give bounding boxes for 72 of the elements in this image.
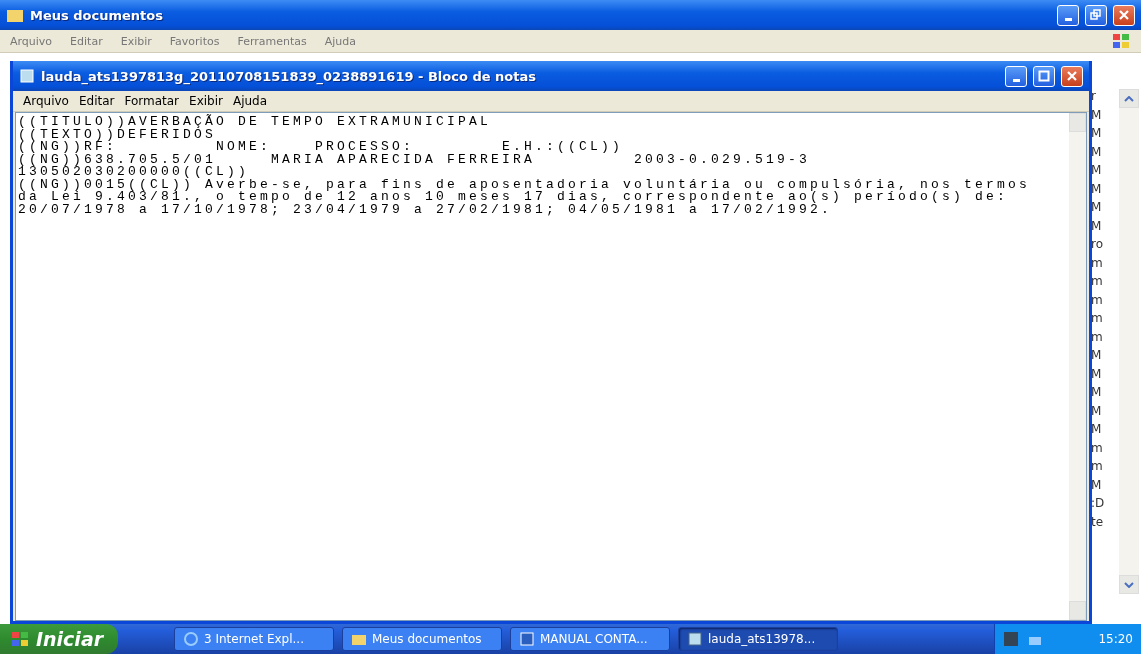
close-icon [1066,70,1078,82]
file-name[interactable]: m [1091,459,1111,478]
text-line: da Lei 9.403/81., o tempo de 12 anos 10 meses 17 dias, correspondente ao(s) período(s) de: [18,191,1010,204]
file-name[interactable]: m [1091,440,1111,459]
maximize-button[interactable] [1033,65,1055,87]
file-name[interactable]: m [1091,329,1111,348]
file-name[interactable]: M [1091,107,1111,126]
taskbar-item[interactable]: lauda_ats13978... [678,627,838,651]
folder-icon [6,7,24,23]
close-button[interactable] [1113,4,1135,26]
file-name[interactable]: M [1091,385,1111,404]
taskbar-item[interactable]: 3 Internet Expl... [174,627,334,651]
close-button[interactable] [1061,65,1083,87]
file-name[interactable]: m [1091,255,1111,274]
menu-item[interactable]: Exibir [189,94,223,108]
start-button[interactable]: Iniciar [0,624,118,654]
window-title: lauda_ats1397813g_20110708151839_0238891619 - Bloco de notas [41,68,537,84]
menu-item[interactable]: Editar [78,94,115,108]
file-name[interactable]: M [1091,403,1111,422]
restore-button[interactable] [1085,4,1107,26]
menu-item[interactable]: Favoritos [169,34,220,48]
menu-item[interactable]: Ferramentas [237,34,307,48]
notepad-icon [19,68,35,84]
file-name[interactable]: M [1091,144,1111,163]
scrollbar[interactable] [1119,89,1139,594]
minimize-button[interactable] [1005,65,1027,87]
file-name[interactable]: :D [1091,496,1111,515]
file-name[interactable]: m [1091,311,1111,330]
file-name[interactable]: M [1091,422,1111,441]
globe-icon [183,631,199,647]
notepad-icon [687,631,703,647]
file-name[interactable]: M [1091,218,1111,237]
window-title: Meus documentos [30,7,164,23]
file-name[interactable]: te [1091,514,1111,533]
minimize-button[interactable] [1057,4,1079,26]
document-icon [519,631,535,647]
file-name[interactable]: M [1091,200,1111,219]
menu-item[interactable]: Ajuda [232,94,268,108]
taskbar-item[interactable]: Meus documentos [342,627,502,651]
minimize-icon [1064,17,1072,21]
text-line: 130502030200000((CL)) [18,166,251,179]
text-line: ((NG))0015((CL)) Averbe-se, para fins de aposentadoria voluntária ou compulsória, nos termos [18,178,1032,191]
file-name[interactable]: ro [1091,237,1111,256]
windows-logo-icon [1111,32,1131,50]
file-name[interactable]: m [1091,274,1111,293]
file-name[interactable]: M [1091,477,1111,496]
maximize-icon [1038,70,1050,82]
menu-item[interactable]: Arquivo [23,94,69,108]
file-name[interactable]: M [1091,126,1111,145]
minimize-icon [1012,78,1020,82]
windows-logo-icon [10,630,30,648]
menu-item[interactable]: Formatar [124,94,180,108]
menu-item[interactable]: Exibir [120,34,152,48]
clock: 15:20 [1098,632,1133,646]
restore-icon [1090,9,1102,21]
taskbar-item[interactable]: MANUAL CONTA... [510,627,670,651]
scrollbar[interactable] [1069,113,1086,620]
text-line: ((NG))638.705.5/01 MARIA APARECIDA FERREIRA 2003-0.029.519-3 [18,153,812,166]
file-name[interactable]: m [1091,292,1111,311]
text-line: 20/07/1978 a 17/10/1978; 23/04/1979 a 27/02/1981; 04/05/1981 a 17/02/1992. [18,203,833,216]
text-line: ((TITULO))AVERBAÇÃO DE TEMPO EXTRAMUNICIPAL [18,116,493,129]
file-name[interactable]: M [1091,163,1111,182]
close-icon [1118,9,1130,21]
menu-item[interactable]: Ajuda [324,34,357,48]
menu-item[interactable]: Arquivo [10,34,53,48]
file-name[interactable]: r [1091,89,1111,108]
text-line: ((TEXTO))DEFERIDOS [18,128,217,141]
text-line: ((NG))RF: NOME: PROCESSO: E.H.:((CL)) [18,141,625,154]
file-name[interactable]: M [1091,181,1111,200]
file-name[interactable]: M [1091,366,1111,385]
menu-item[interactable]: Editar [70,34,103,48]
file-name[interactable]: M [1091,348,1111,367]
